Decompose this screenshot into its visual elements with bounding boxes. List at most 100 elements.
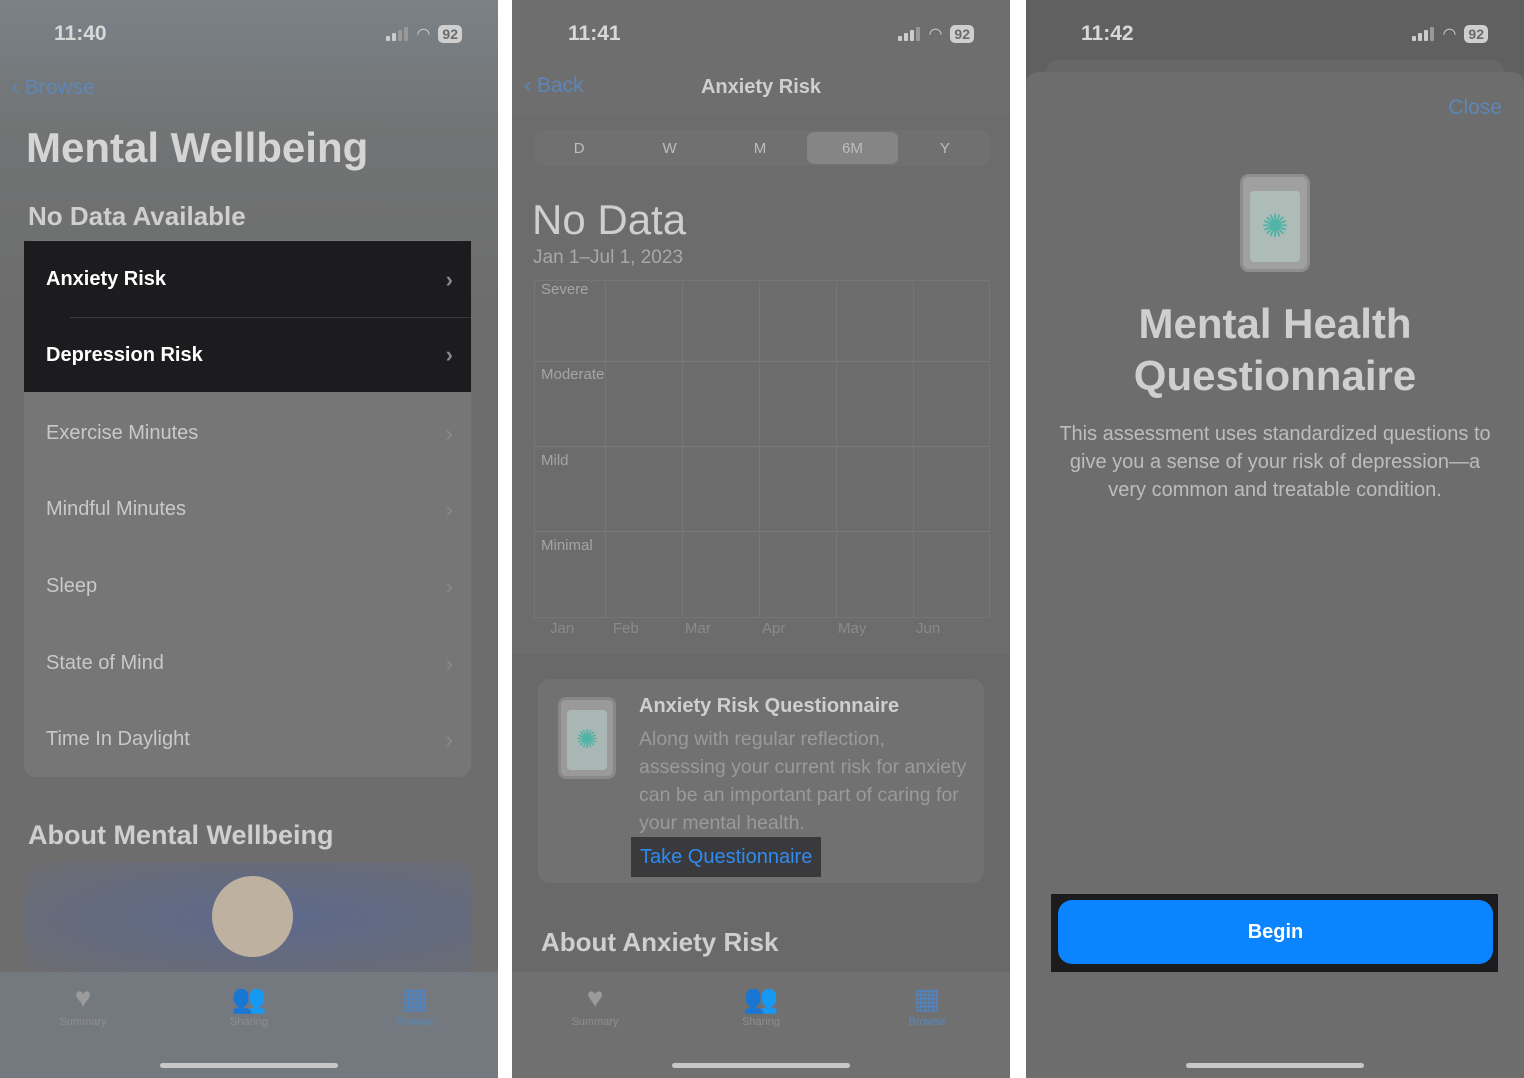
questionnaire-screen: 11:42 ◠ 92 Close ✺ Mental Health Questio…: [1026, 0, 1524, 1078]
close-button[interactable]: Close: [1448, 96, 1502, 120]
heart-icon: ♥: [74, 982, 92, 1013]
battery-icon: 92: [1464, 25, 1488, 43]
home-indicator: [672, 1063, 850, 1068]
month-label: Feb: [613, 620, 639, 637]
list-item-mindful-minutes[interactable]: Mindful Minutes ›: [24, 471, 471, 548]
home-indicator: [1186, 1063, 1364, 1068]
grid-icon: ▦: [913, 983, 941, 1014]
item-label: Sleep: [46, 575, 98, 597]
gridline: [682, 281, 683, 617]
battery-icon: 92: [438, 25, 462, 43]
gridline: [535, 361, 989, 362]
chevron-right-icon: ›: [445, 420, 453, 446]
chevron-right-icon: ›: [445, 266, 453, 292]
clipboard-icon: ✺: [558, 697, 616, 779]
item-label: State of Mind: [46, 652, 164, 674]
mental-wellbeing-screen: 11:40 ◠ 92 ‹ Browse Mental Wellbeing No …: [0, 0, 498, 1078]
wifi-icon: ◠: [1442, 26, 1457, 43]
page-title: Mental Wellbeing: [26, 124, 369, 171]
nav-title: Anxiety Risk: [700, 76, 822, 98]
wifi-icon: ◠: [416, 26, 431, 43]
list-item-anxiety-risk[interactable]: Anxiety Risk ›: [24, 241, 471, 318]
item-label: Anxiety Risk: [46, 268, 167, 290]
no-data-headline: No Data: [532, 196, 687, 243]
chevron-left-icon: ‹: [12, 76, 25, 99]
level-label: Moderate: [541, 366, 605, 383]
card-title: Anxiety Risk Questionnaire: [639, 695, 900, 717]
signal-icon: [386, 27, 409, 41]
about-header: About Anxiety Risk: [541, 927, 779, 957]
card-body: Along with regular reflection, assessing…: [639, 728, 967, 834]
home-indicator: [160, 1063, 338, 1068]
tab-summary[interactable]: ♥ Summary: [23, 982, 143, 1078]
item-label: Depression Risk: [46, 343, 203, 366]
gridline: [535, 446, 989, 447]
level-label: Minimal: [541, 537, 593, 554]
item-label: Time In Daylight: [46, 728, 190, 750]
back-button[interactable]: ‹ Browse: [12, 76, 95, 100]
risk-chart: Severe Moderate Mild Minimal: [534, 280, 990, 618]
chevron-right-icon: ›: [445, 342, 453, 367]
status-time: 11:41: [568, 22, 621, 45]
month-label: Apr: [762, 620, 786, 637]
tab-browse[interactable]: ▦ Browse: [355, 982, 475, 1078]
questionnaire-description: This assessment uses standardized questi…: [1059, 423, 1491, 501]
list-item-state-of-mind[interactable]: State of Mind ›: [24, 625, 471, 702]
section-header: No Data Available: [28, 201, 246, 231]
chevron-right-icon: ›: [445, 650, 453, 676]
gridline: [759, 281, 760, 617]
segment-6m[interactable]: 6M: [807, 132, 898, 164]
time-range-segmented-control: D W M 6M Y: [534, 130, 990, 166]
status-time: 11:42: [1081, 22, 1134, 45]
list-item-exercise-minutes[interactable]: Exercise Minutes ›: [24, 395, 471, 472]
segment-w[interactable]: W: [624, 130, 714, 166]
chevron-right-icon: ›: [445, 496, 453, 522]
level-label: Severe: [541, 281, 589, 298]
about-header: About Mental Wellbeing: [28, 820, 334, 850]
status-time: 11:40: [54, 22, 107, 45]
segment-d[interactable]: D: [534, 130, 624, 166]
month-label: May: [838, 620, 867, 637]
heart-icon: ♥: [586, 982, 604, 1013]
tab-browse[interactable]: ▦ Browse: [867, 982, 987, 1078]
signal-icon: [898, 27, 921, 41]
tab-label: Browse: [908, 1016, 946, 1028]
list-item-time-in-daylight[interactable]: Time In Daylight ›: [24, 701, 471, 778]
clipboard-icon: ✺: [1240, 174, 1310, 272]
status-icons: ◠ 92: [898, 24, 974, 44]
segment-y[interactable]: Y: [900, 130, 990, 166]
people-icon: 👥: [231, 983, 267, 1014]
chevron-right-icon: ›: [445, 726, 453, 752]
tab-label: Sharing: [230, 1016, 268, 1028]
battery-icon: 92: [950, 25, 974, 43]
list-item-sleep[interactable]: Sleep ›: [24, 548, 471, 625]
item-label: Mindful Minutes: [46, 498, 187, 520]
questionnaire-title: Mental Health Questionnaire: [1133, 300, 1417, 399]
signal-icon: [1412, 27, 1435, 41]
grid-icon: ▦: [401, 983, 429, 1014]
chevron-right-icon: ›: [445, 573, 453, 599]
date-range: Jan 1–Jul 1, 2023: [533, 247, 684, 268]
segment-m[interactable]: M: [715, 130, 805, 166]
wifi-icon: ◠: [928, 26, 943, 43]
gridline: [913, 281, 914, 617]
take-questionnaire-link[interactable]: Take Questionnaire: [631, 837, 822, 877]
tab-summary[interactable]: ♥ Summary: [535, 982, 655, 1078]
tab-label: Browse: [396, 1016, 434, 1028]
level-label: Mild: [541, 452, 569, 469]
month-label: Mar: [685, 620, 711, 637]
begin-button[interactable]: Begin: [1058, 900, 1493, 964]
status-icons: ◠ 92: [1412, 24, 1488, 44]
tab-label: Summary: [59, 1016, 107, 1028]
begin-highlight: Begin: [1051, 894, 1498, 972]
list-item-depression-risk[interactable]: Depression Risk ›: [24, 318, 471, 392]
gridline: [605, 281, 606, 617]
item-label: Exercise Minutes: [46, 422, 199, 444]
tab-label: Summary: [571, 1016, 619, 1028]
month-label: Jan: [550, 620, 575, 637]
month-label: Jun: [916, 620, 941, 637]
about-illustration: [26, 862, 472, 974]
anxiety-risk-screen: 11:41 ◠ 92 ‹ Back Anxiety Risk D W M 6M …: [512, 0, 1010, 1078]
gridline: [535, 531, 989, 532]
people-icon: 👥: [743, 983, 779, 1014]
